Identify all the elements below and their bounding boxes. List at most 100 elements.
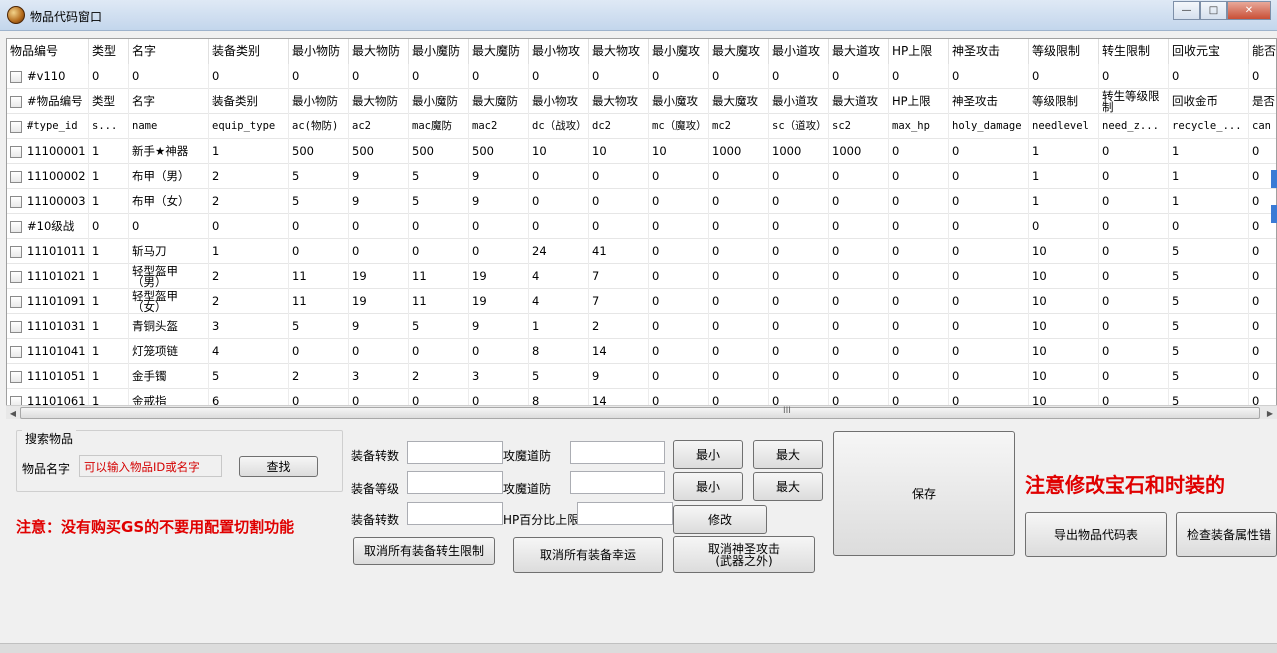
column-header[interactable]: 最小道攻 bbox=[769, 39, 829, 64]
table-cell[interactable]: 5 bbox=[1169, 289, 1249, 314]
table-cell[interactable]: 0 bbox=[1029, 214, 1099, 239]
table-cell[interactable]: 0 bbox=[829, 339, 889, 364]
table-cell[interactable]: 类型 bbox=[89, 89, 129, 114]
table-row[interactable]: 11101051 1 金手镯 5 2 3 2 3 5 9 0 0 0 0 0 0 10 0 5 0 bbox=[7, 364, 1276, 389]
table-cell[interactable]: 0 bbox=[889, 214, 949, 239]
table-cell[interactable]: 11100003 bbox=[7, 189, 89, 214]
table-cell[interactable]: dc（战攻） bbox=[529, 114, 589, 139]
table-cell[interactable]: 11101031 bbox=[7, 314, 89, 339]
row-checkbox[interactable] bbox=[10, 370, 22, 383]
row-checkbox[interactable] bbox=[10, 145, 22, 158]
table-cell[interactable]: 14 bbox=[589, 339, 649, 364]
table-cell[interactable]: 1 bbox=[89, 339, 129, 364]
table-cell[interactable]: 0 bbox=[1099, 339, 1169, 364]
table-cell[interactable]: 0 bbox=[949, 164, 1029, 189]
table-cell[interactable]: 4 bbox=[529, 289, 589, 314]
column-header[interactable]: 最大物攻 bbox=[589, 39, 649, 64]
table-cell[interactable]: 0 bbox=[1249, 339, 1276, 364]
table-cell[interactable]: 转生等级限制 bbox=[1099, 89, 1169, 114]
table-cell[interactable]: 0 bbox=[649, 364, 709, 389]
table-cell[interactable]: 0 bbox=[949, 214, 1029, 239]
table-cell[interactable]: 0 bbox=[529, 189, 589, 214]
table-cell[interactable]: 0 bbox=[289, 239, 349, 264]
column-header[interactable]: 最小魔防 bbox=[409, 39, 469, 64]
table-cell[interactable]: 10 bbox=[589, 139, 649, 164]
modify-button[interactable]: 修改 bbox=[673, 505, 767, 534]
column-header[interactable]: 能否 bbox=[1249, 39, 1276, 64]
table-cell[interactable]: 19 bbox=[469, 264, 529, 289]
table-row[interactable]: 11100002 1 布甲（男） 2 5 9 5 9 0 0 0 0 0 0 0 0 1 0 1 0 bbox=[7, 164, 1276, 189]
table-cell[interactable]: 0 bbox=[649, 339, 709, 364]
table-cell[interactable]: 0 bbox=[89, 64, 129, 89]
cancel-luck-button[interactable]: 取消所有装备幸运 bbox=[513, 537, 663, 573]
table-cell[interactable]: 0 bbox=[829, 289, 889, 314]
table-cell[interactable]: 0 bbox=[589, 214, 649, 239]
row-checkbox[interactable] bbox=[10, 170, 22, 183]
table-cell[interactable]: 0 bbox=[89, 214, 129, 239]
table-cell[interactable]: 最大物防 bbox=[349, 89, 409, 114]
row-checkbox[interactable] bbox=[10, 220, 22, 233]
table-cell[interactable]: 2 bbox=[209, 264, 289, 289]
export-item-codes-button[interactable]: 导出物品代码表 bbox=[1025, 512, 1167, 557]
table-row[interactable]: #v110 0 0 0 0 0 0 0 0 0 0 0 0 0 0 0 0 0 0 0 bbox=[7, 64, 1276, 89]
table-cell[interactable]: 0 bbox=[649, 189, 709, 214]
table-cell[interactable]: 0 bbox=[889, 364, 949, 389]
table-cell[interactable]: 9 bbox=[469, 164, 529, 189]
table-cell[interactable]: 24 bbox=[529, 239, 589, 264]
table-cell[interactable]: 500 bbox=[469, 139, 529, 164]
table-cell[interactable]: 0 bbox=[1249, 64, 1276, 89]
table-cell[interactable]: 0 bbox=[469, 64, 529, 89]
table-cell[interactable]: 0 bbox=[769, 339, 829, 364]
table-cell[interactable]: 1 bbox=[1029, 164, 1099, 189]
table-cell[interactable]: 5 bbox=[209, 364, 289, 389]
table-cell[interactable]: 1 bbox=[89, 314, 129, 339]
table-cell[interactable]: 名字 bbox=[129, 89, 209, 114]
table-cell[interactable]: 0 bbox=[829, 314, 889, 339]
maximize-button[interactable]: □ bbox=[1200, 1, 1227, 20]
table-cell[interactable]: 10 bbox=[1029, 314, 1099, 339]
table-cell[interactable]: 0 bbox=[1169, 64, 1249, 89]
table-cell[interactable]: 灯笼项链 bbox=[129, 339, 209, 364]
table-cell[interactable]: 0 bbox=[889, 64, 949, 89]
table-cell[interactable]: 0 bbox=[769, 289, 829, 314]
table-cell[interactable]: 9 bbox=[469, 314, 529, 339]
table-row[interactable]: 11100003 1 布甲（女） 2 5 9 5 9 0 0 0 0 0 0 0 0 1 0 1 0 bbox=[7, 189, 1276, 214]
table-cell[interactable]: 0 bbox=[829, 364, 889, 389]
table-cell[interactable]: 0 bbox=[409, 239, 469, 264]
table-cell[interactable]: 1 bbox=[209, 139, 289, 164]
table-cell[interactable]: 11101051 bbox=[7, 364, 89, 389]
table-cell[interactable]: 5 bbox=[409, 314, 469, 339]
table-cell[interactable]: 5 bbox=[409, 189, 469, 214]
column-header[interactable]: 名字 bbox=[129, 39, 209, 64]
table-cell[interactable]: 0 bbox=[949, 289, 1029, 314]
close-button[interactable]: ✕ bbox=[1227, 1, 1271, 20]
table-cell[interactable]: 1 bbox=[1169, 164, 1249, 189]
table-cell[interactable]: 0 bbox=[829, 239, 889, 264]
table-cell[interactable]: 11100001 bbox=[7, 139, 89, 164]
table-cell[interactable]: can bbox=[1249, 114, 1276, 139]
row-checkbox[interactable] bbox=[10, 345, 22, 358]
table-cell[interactable]: 新手★神器 bbox=[129, 139, 209, 164]
table-cell[interactable]: 最小物攻 bbox=[529, 89, 589, 114]
table-cell[interactable]: 11 bbox=[289, 289, 349, 314]
column-header[interactable]: 等级限制 bbox=[1029, 39, 1099, 64]
table-row[interactable]: #10级战 0 0 0 0 0 0 0 0 0 0 0 0 0 0 0 0 0 0 0 bbox=[7, 214, 1276, 239]
scroll-right-icon[interactable]: ▶ bbox=[1263, 406, 1277, 420]
table-cell[interactable]: name bbox=[129, 114, 209, 139]
table-row[interactable]: #type_id s... name equip_type ac(物防) ac2 mac魔防… bbox=[7, 114, 1276, 139]
row-checkbox[interactable] bbox=[10, 195, 22, 208]
table-cell[interactable]: 0 bbox=[889, 289, 949, 314]
table-cell[interactable]: 装备类别 bbox=[209, 89, 289, 114]
table-cell[interactable]: 0 bbox=[1099, 189, 1169, 214]
table-cell[interactable]: equip_type bbox=[209, 114, 289, 139]
table-cell[interactable]: sc2 bbox=[829, 114, 889, 139]
table-cell[interactable]: 10 bbox=[1029, 339, 1099, 364]
cancel-holy-attack-button[interactable]: 取消神圣攻击 (武器之外) bbox=[673, 536, 815, 573]
table-row[interactable]: #物品编号 类型 名字 装备类别 最小物防 最大物防 最小魔防 最大魔防 最小物攻 最大物攻 最小魔… bbox=[7, 89, 1276, 114]
table-cell[interactable]: 0 bbox=[649, 289, 709, 314]
table-cell[interactable]: dc2 bbox=[589, 114, 649, 139]
row-checkbox[interactable] bbox=[10, 270, 22, 283]
table-cell[interactable]: 11 bbox=[409, 289, 469, 314]
table-cell[interactable]: 神圣攻击 bbox=[949, 89, 1029, 114]
table-cell[interactable]: 1 bbox=[89, 289, 129, 314]
